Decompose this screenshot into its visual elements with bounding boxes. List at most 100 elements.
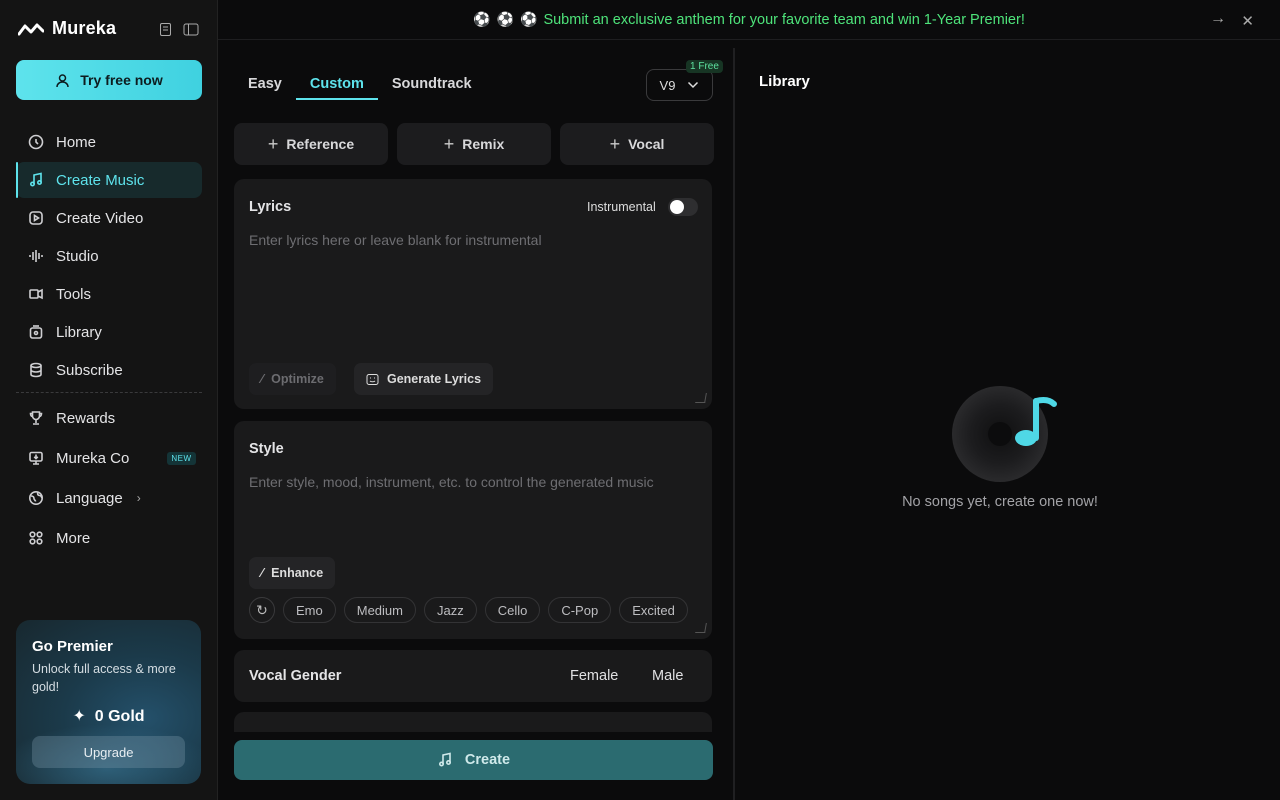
- sidebar-item-label: Home: [56, 133, 97, 151]
- database-icon: [30, 362, 42, 378]
- magic-wand-icon: ⁄: [261, 566, 264, 580]
- sidebar-item-label: More: [56, 529, 91, 547]
- lyrics-card: Lyrics Instrumental Enter lyrics here or…: [234, 179, 712, 409]
- sidebar-item-more[interactable]: More: [16, 519, 202, 557]
- soccer-ball-icon: ⚽: [520, 11, 538, 27]
- resize-handle[interactable]: [695, 393, 707, 403]
- new-badge: NEW: [167, 451, 196, 465]
- premier-card: Go Premier Unlock full access & more gol…: [16, 620, 201, 784]
- home-icon: [28, 134, 44, 150]
- model-version-select[interactable]: V9: [646, 69, 713, 101]
- sidebar-item-studio[interactable]: Studio: [16, 238, 202, 274]
- arrow-right-icon[interactable]: →: [1210, 10, 1226, 28]
- add-reference-button[interactable]: + Reference: [234, 123, 388, 165]
- try-free-button[interactable]: Try free now: [16, 60, 202, 100]
- sidebar-item-language[interactable]: Language ›: [16, 479, 202, 517]
- sidebar-item-rewards[interactable]: Rewards: [16, 399, 202, 437]
- sidebar-item-create-music[interactable]: Create Music: [16, 162, 202, 198]
- gold-balance: ✦ 0 Gold: [16, 706, 201, 726]
- sidebar-item-tools[interactable]: Tools: [16, 276, 202, 312]
- sidebar-item-subscribe[interactable]: Subscribe: [16, 352, 202, 388]
- ai-lyrics-icon: [366, 373, 379, 385]
- sidebar-item-mureka-co[interactable]: Mureka Co NEW: [16, 439, 202, 477]
- instrumental-label: Instrumental: [587, 200, 656, 214]
- app-window: Mureka Try free now Home Create Music Cr…: [0, 0, 1280, 800]
- create-label: Create: [464, 752, 511, 768]
- optimize-label: Optimize: [271, 372, 324, 386]
- sidebar-tools: [158, 22, 199, 37]
- waveform-icon: [29, 250, 43, 262]
- enhance-button[interactable]: ⁄ Enhance: [249, 557, 336, 589]
- style-input[interactable]: Enter style, mood, instrument, etc. to c…: [249, 474, 654, 490]
- enhance-label: Enhance: [271, 566, 324, 580]
- gold-amount: 0 Gold: [94, 708, 145, 725]
- plus-icon: +: [267, 133, 279, 154]
- add-vocal-button[interactable]: + Vocal: [560, 123, 714, 165]
- add-reference-label: Reference: [286, 136, 355, 152]
- resize-handle[interactable]: [695, 623, 707, 633]
- globe-icon: [29, 491, 43, 505]
- mode-tabs: Easy Custom Soundtrack: [248, 76, 486, 100]
- lyrics-title: Lyrics: [249, 199, 292, 215]
- brand[interactable]: Mureka: [18, 18, 116, 39]
- lyrics-input[interactable]: Enter lyrics here or leave blank for ins…: [249, 232, 542, 248]
- music-note-icon: [438, 752, 451, 767]
- try-free-label: Try free now: [80, 72, 163, 88]
- close-icon[interactable]: ✕: [1241, 12, 1254, 30]
- style-tag[interactable]: Emo: [283, 597, 336, 623]
- style-tags: ↻ Emo Medium Jazz Cello C-Pop Excited: [249, 597, 688, 623]
- tab-soundtrack[interactable]: Soundtrack: [378, 76, 486, 100]
- vocal-gender-title: Vocal Gender: [249, 668, 342, 684]
- main-nav: Home Create Music Create Video Studio To…: [16, 124, 202, 390]
- plus-icon: +: [609, 133, 621, 154]
- sidebar-item-label: Create Music: [56, 171, 145, 189]
- library-empty-state: No songs yet, create one now!: [900, 386, 1100, 516]
- chevron-right-icon: ›: [136, 491, 141, 505]
- vocal-gender-female[interactable]: Female: [570, 668, 618, 684]
- style-tag[interactable]: C-Pop: [548, 597, 612, 623]
- empty-state-text: No songs yet, create one now!: [902, 494, 1098, 510]
- trophy-icon: [29, 411, 43, 425]
- style-tag[interactable]: Medium: [343, 597, 416, 623]
- refresh-icon[interactable]: ↻: [249, 597, 275, 623]
- next-card-edge: [234, 712, 712, 732]
- music-note-icon: [29, 172, 43, 187]
- soccer-ball-icon: ⚽: [496, 11, 514, 27]
- premier-title: Go Premier: [32, 638, 113, 655]
- banner-text: Submit an exclusive anthem for your favo…: [543, 11, 1025, 28]
- tab-easy[interactable]: Easy: [248, 76, 296, 100]
- nav-divider: [16, 392, 202, 393]
- tab-custom[interactable]: Custom: [295, 76, 378, 100]
- soccer-ball-icon: ⚽: [473, 11, 491, 27]
- create-button[interactable]: Create: [234, 740, 713, 780]
- optimize-button[interactable]: ⁄ Optimize: [249, 363, 336, 395]
- sidebar-item-create-video[interactable]: Create Video: [16, 200, 202, 236]
- grid-icon: [29, 531, 43, 545]
- sidebar-item-label: Mureka Co: [56, 449, 130, 467]
- plus-icon: +: [443, 133, 455, 154]
- style-tag[interactable]: Excited: [619, 597, 688, 623]
- premier-description: Unlock full access & more gold!: [32, 662, 176, 694]
- add-remix-button[interactable]: + Remix: [397, 123, 551, 165]
- promo-banner[interactable]: ⚽ ⚽ ⚽ Submit an exclusive anthem for you…: [218, 0, 1280, 40]
- tools-icon: [29, 288, 43, 300]
- generate-lyrics-button[interactable]: Generate Lyrics: [354, 363, 494, 395]
- upgrade-button[interactable]: Upgrade: [32, 736, 185, 768]
- style-tag[interactable]: Cello: [484, 597, 541, 623]
- collapse-sidebar-icon[interactable]: [183, 22, 199, 37]
- sidebar: Mureka Try free now Home Create Music Cr…: [0, 0, 218, 800]
- sidebar-item-label: Subscribe: [56, 361, 123, 379]
- instrumental-toggle[interactable]: [668, 198, 698, 216]
- document-icon[interactable]: [158, 22, 173, 37]
- add-remix-label: Remix: [462, 136, 505, 152]
- sidebar-item-home[interactable]: Home: [16, 124, 202, 160]
- panel-divider[interactable]: [733, 48, 735, 800]
- sidebar-item-library[interactable]: Library: [16, 314, 202, 350]
- vinyl-music-icon: [952, 386, 1057, 482]
- style-tag[interactable]: Jazz: [423, 597, 477, 623]
- library-title: Library: [759, 73, 810, 90]
- secondary-nav: Rewards Mureka Co NEW Language › More: [16, 399, 202, 559]
- vocal-gender-male[interactable]: Male: [652, 668, 683, 684]
- free-badge: 1 Free: [686, 60, 723, 73]
- magic-wand-icon: ⁄: [261, 372, 264, 386]
